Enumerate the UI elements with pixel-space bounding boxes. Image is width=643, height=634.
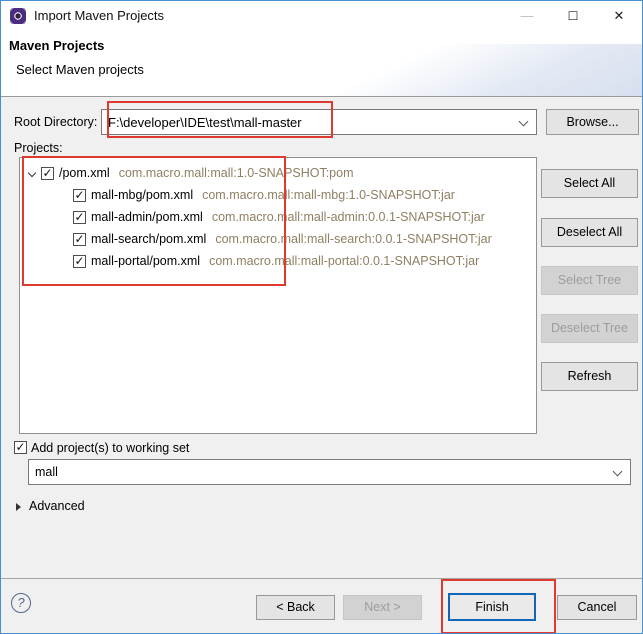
maximize-button[interactable]: ☐ — [550, 1, 596, 31]
tree-row[interactable]: mall-mbg/pom.xmlcom.macro.mall:mall-mbg:… — [20, 186, 536, 208]
banner-separator — [1, 96, 642, 97]
maven-coordinates: com.macro.mall:mall-search:0.0.1-SNAPSHO… — [215, 232, 491, 246]
minimize-button[interactable]: — — [504, 1, 550, 31]
working-set-checkbox[interactable] — [14, 441, 27, 454]
tree-item-label: mall-admin/pom.xmlcom.macro.mall:mall-ad… — [91, 210, 485, 224]
projects-label: Projects: — [14, 141, 63, 155]
wizard-banner: Maven Projects Select Maven projects — [1, 31, 642, 96]
help-icon[interactable]: ? — [11, 593, 31, 613]
working-set-label: Add project(s) to working set — [31, 441, 189, 455]
title-bar: Import Maven Projects — ☐ ✕ — [1, 1, 642, 31]
tree-row[interactable]: /pom.xmlcom.macro.mall:mall:1.0-SNAPSHOT… — [20, 164, 536, 186]
tree-row[interactable]: mall-search/pom.xmlcom.macro.mall:mall-s… — [20, 230, 536, 252]
tree-row[interactable]: mall-admin/pom.xmlcom.macro.mall:mall-ad… — [20, 208, 536, 230]
projects-tree[interactable]: /pom.xmlcom.macro.mall:mall:1.0-SNAPSHOT… — [19, 157, 537, 434]
select-tree-button: Select Tree — [541, 266, 638, 295]
page-title: Maven Projects — [9, 38, 104, 53]
back-button[interactable]: < Back — [256, 595, 335, 620]
select-all-button[interactable]: Select All — [541, 169, 638, 198]
maven-coordinates: com.macro.mall:mall-portal:0.0.1-SNAPSHO… — [209, 254, 479, 268]
advanced-toggle[interactable]: Advanced — [29, 499, 85, 513]
tree-item-label: /pom.xmlcom.macro.mall:mall:1.0-SNAPSHOT… — [59, 166, 353, 180]
tree-row[interactable]: mall-portal/pom.xmlcom.macro.mall:mall-p… — [20, 252, 536, 274]
import-maven-projects-dialog: Import Maven Projects — ☐ ✕ Maven Projec… — [0, 0, 643, 634]
window-title: Import Maven Projects — [34, 8, 164, 23]
root-directory-value: F:\developer\IDE\test\mall-master — [108, 115, 302, 130]
close-button[interactable]: ✕ — [596, 1, 642, 31]
root-directory-label: Root Directory: — [14, 115, 97, 129]
refresh-button[interactable]: Refresh — [541, 362, 638, 391]
deselect-tree-button: Deselect Tree — [541, 314, 638, 343]
browse-button[interactable]: Browse... — [546, 109, 639, 135]
checkbox-checked-icon[interactable] — [73, 189, 86, 202]
working-set-combo[interactable]: mall — [28, 459, 631, 485]
checkbox-checked-icon[interactable] — [73, 255, 86, 268]
tree-item-label: mall-mbg/pom.xmlcom.macro.mall:mall-mbg:… — [91, 188, 455, 202]
checkbox-checked-icon[interactable] — [73, 211, 86, 224]
banner-gradient — [212, 44, 642, 96]
maven-app-icon — [10, 8, 26, 24]
maven-coordinates: com.macro.mall:mall-admin:0.0.1-SNAPSHOT… — [212, 210, 485, 224]
expand-chevron-icon[interactable] — [28, 169, 36, 177]
finish-button[interactable]: Finish — [448, 593, 536, 621]
maven-coordinates: com.macro.mall:mall-mbg:1.0-SNAPSHOT:jar — [202, 188, 455, 202]
tree-item-label: mall-search/pom.xmlcom.macro.mall:mall-s… — [91, 232, 492, 246]
advanced-expand-triangle-icon[interactable] — [16, 503, 21, 511]
chevron-down-icon[interactable] — [613, 467, 623, 477]
root-directory-combo[interactable]: F:\developer\IDE\test\mall-master — [101, 109, 537, 135]
chevron-down-icon[interactable] — [519, 117, 529, 127]
maven-coordinates: com.macro.mall:mall:1.0-SNAPSHOT:pom — [119, 166, 354, 180]
tree-item-label: mall-portal/pom.xmlcom.macro.mall:mall-p… — [91, 254, 479, 268]
next-button: Next > — [343, 595, 422, 620]
cancel-button[interactable]: Cancel — [557, 595, 637, 620]
checkbox-checked-icon[interactable] — [73, 233, 86, 246]
footer-separator — [1, 578, 642, 579]
working-set-value: mall — [35, 465, 58, 479]
checkbox-checked-icon[interactable] — [41, 167, 54, 180]
page-subtitle: Select Maven projects — [16, 62, 144, 77]
deselect-all-button[interactable]: Deselect All — [541, 218, 638, 247]
